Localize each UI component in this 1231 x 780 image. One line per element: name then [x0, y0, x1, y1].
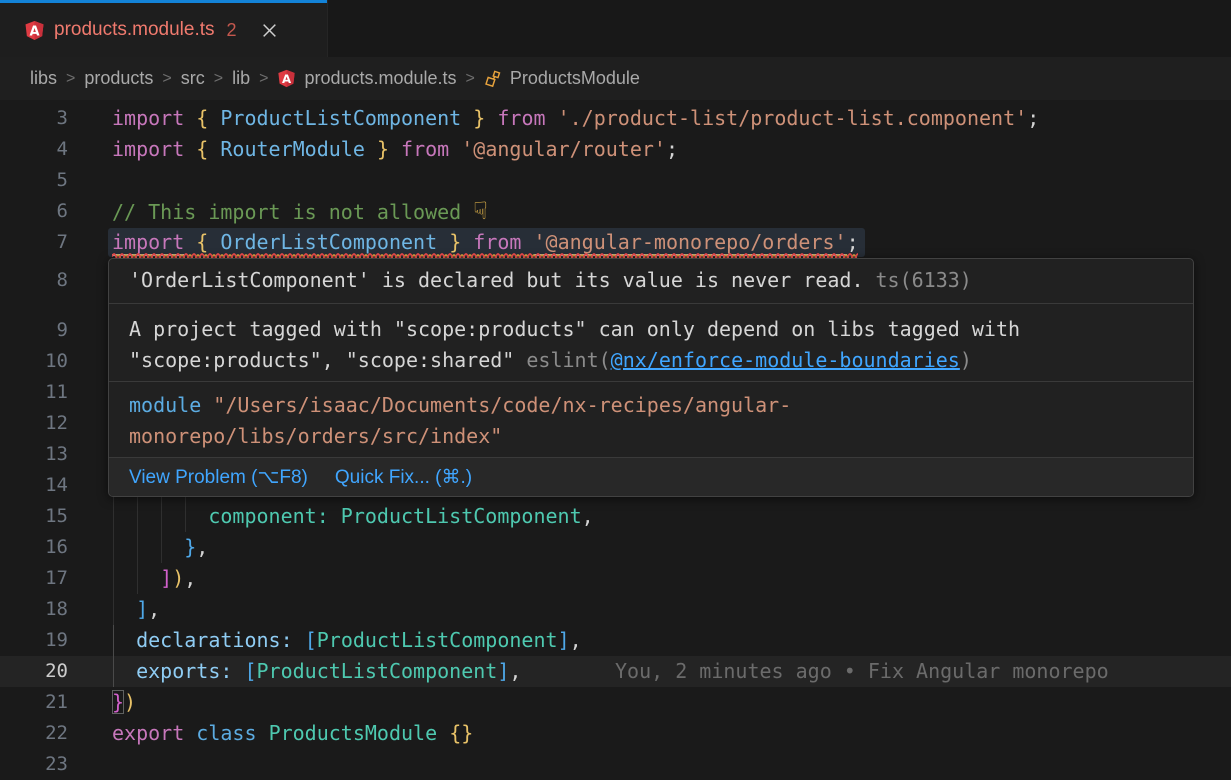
editor-row: 22 export class ProductsModule {}	[0, 718, 1231, 749]
tab-bar-empty-area	[327, 0, 1231, 57]
tab-problems-badge: 2	[227, 20, 237, 41]
code-line[interactable]	[112, 749, 1231, 780]
line-number: 12	[0, 408, 68, 439]
diagnostic-message-line2: "scope:products", "scope:shared"	[129, 348, 526, 372]
editor-row: 5	[0, 165, 1231, 196]
breadcrumb-item-symbol[interactable]: ProductsModule	[510, 68, 640, 89]
editor-pane: 3 import { ProductListComponent } from '.…	[0, 100, 1231, 780]
diagnostic-code: ts(6133)	[876, 265, 972, 296]
breadcrumb: libs > products > src > lib > A products…	[0, 57, 1231, 100]
code-line[interactable]: })	[112, 687, 1231, 718]
code-line[interactable]: },	[112, 532, 1231, 563]
code-line[interactable]: import { OrderListComponent } from '@ang…	[112, 227, 1231, 258]
line-number: 9	[0, 315, 68, 346]
editor-row: 19 declarations: [ProductListComponent],	[0, 625, 1231, 656]
diagnostic-message-line1: A project tagged with "scope:products" c…	[129, 314, 1173, 345]
breadcrumb-separator: >	[66, 70, 75, 88]
breadcrumb-item-lib[interactable]: lib	[232, 68, 250, 89]
hover-widget: 'OrderListComponent' is declared but its…	[108, 258, 1194, 497]
line-number: 20	[0, 656, 68, 687]
line-number: 3	[0, 103, 68, 134]
editor-row: 18 ],	[0, 594, 1231, 625]
editor-row: 6 // This import is not allowed ☟	[0, 196, 1231, 227]
code-line[interactable]: export class ProductsModule {}	[112, 718, 1231, 749]
pointing-down-icon: ☟	[473, 197, 487, 225]
breadcrumb-separator: >	[162, 70, 171, 88]
line-number: 13	[0, 439, 68, 470]
hover-status-bar: View Problem (⌥F8) Quick Fix... (⌘.)	[109, 458, 1193, 496]
line-number: 4	[0, 134, 68, 165]
editor-row: 17 ]),	[0, 563, 1231, 594]
editor-row: 21})	[0, 687, 1231, 718]
code-line[interactable]: declarations: [ProductListComponent],	[112, 625, 1231, 656]
line-number: 22	[0, 718, 68, 749]
editor-row: 3 import { ProductListComponent } from '.…	[0, 103, 1231, 134]
svg-text:A: A	[29, 24, 40, 39]
line-number: 23	[0, 749, 68, 780]
line-number: 6	[0, 196, 68, 227]
line-number: 7	[0, 227, 68, 258]
line-number: 17	[0, 563, 68, 594]
line-number: 10	[0, 346, 68, 377]
hover-diagnostic-ts: 'OrderListComponent' is declared but its…	[109, 259, 1193, 304]
tab-bar: A products.module.ts 2	[0, 0, 1231, 57]
line-number: 18	[0, 594, 68, 625]
diagnostic-source-close: )	[960, 348, 972, 372]
editor-row: 16 },	[0, 532, 1231, 563]
code-line[interactable]: ],	[112, 594, 1231, 625]
code-line[interactable]: import { ProductListComponent } from './…	[112, 103, 1231, 134]
diagnostic-message: 'OrderListComponent' is declared but its…	[129, 265, 864, 296]
line-number: 19	[0, 625, 68, 656]
eslint-rule-link[interactable]: @nx/enforce-module-boundaries	[611, 348, 960, 372]
code-line[interactable]: component: ProductListComponent,	[112, 501, 1231, 532]
vscode-window: { "tab_bar": { "tab": { "title": "produc…	[0, 0, 1231, 780]
svg-text:A: A	[282, 72, 292, 86]
code-line[interactable]: import { RouterModule } from '@angular/r…	[112, 134, 1231, 165]
module-path-line2: monorepo/libs/orders/src/index"	[129, 424, 502, 448]
module-path-line1: "/Users/isaac/Documents/code/nx-recipes/…	[213, 393, 791, 417]
breadcrumb-separator: >	[466, 70, 475, 88]
line-number: 21	[0, 687, 68, 718]
line-number: 16	[0, 532, 68, 563]
tab-products-module[interactable]: A products.module.ts 2	[0, 0, 327, 57]
line-number: 15	[0, 501, 68, 532]
breadcrumb-item-libs[interactable]: libs	[30, 68, 57, 89]
editor-row: 23	[0, 749, 1231, 780]
module-keyword: module	[129, 393, 201, 417]
hover-diagnostic-eslint: A project tagged with "scope:products" c…	[109, 304, 1193, 383]
code-line[interactable]: exports: [ProductListComponent],You, 2 m…	[112, 656, 1231, 687]
line-number: 11	[0, 377, 68, 408]
editor-row: 7 import { OrderListComponent } from '@an…	[0, 227, 1231, 258]
symbol-class-icon	[484, 70, 502, 88]
tab-title: products.module.ts	[54, 19, 215, 41]
line-number: 5	[0, 165, 68, 196]
close-icon[interactable]	[261, 22, 278, 39]
hover-module-info: module "/Users/isaac/Documents/code/nx-r…	[109, 382, 1193, 458]
code-line[interactable]: // This import is not allowed ☟	[112, 196, 1231, 227]
breadcrumb-item-file[interactable]: products.module.ts	[304, 68, 456, 89]
line-number: 14	[0, 470, 68, 501]
code-line[interactable]: ]),	[112, 563, 1231, 594]
diagnostic-source: eslint(	[526, 348, 610, 372]
angular-icon: A	[24, 20, 45, 41]
line-number: 8	[0, 265, 68, 296]
editor-row: 15 component: ProductListComponent,	[0, 501, 1231, 532]
view-problem-button[interactable]: View Problem (⌥F8)	[129, 462, 308, 493]
code-line[interactable]	[112, 165, 1231, 196]
git-blame-annotation: You, 2 minutes ago • Fix Angular monorep…	[615, 656, 1109, 687]
quick-fix-button[interactable]: Quick Fix... (⌘.)	[335, 462, 472, 493]
angular-icon: A	[277, 69, 296, 88]
editor-row: 4 import { RouterModule } from '@angular/…	[0, 134, 1231, 165]
breadcrumb-separator: >	[259, 70, 268, 88]
breadcrumb-item-products[interactable]: products	[84, 68, 153, 89]
editor-row: 20 exports: [ProductListComponent],You, …	[0, 656, 1231, 687]
breadcrumb-item-src[interactable]: src	[181, 68, 205, 89]
breadcrumb-separator: >	[214, 70, 223, 88]
